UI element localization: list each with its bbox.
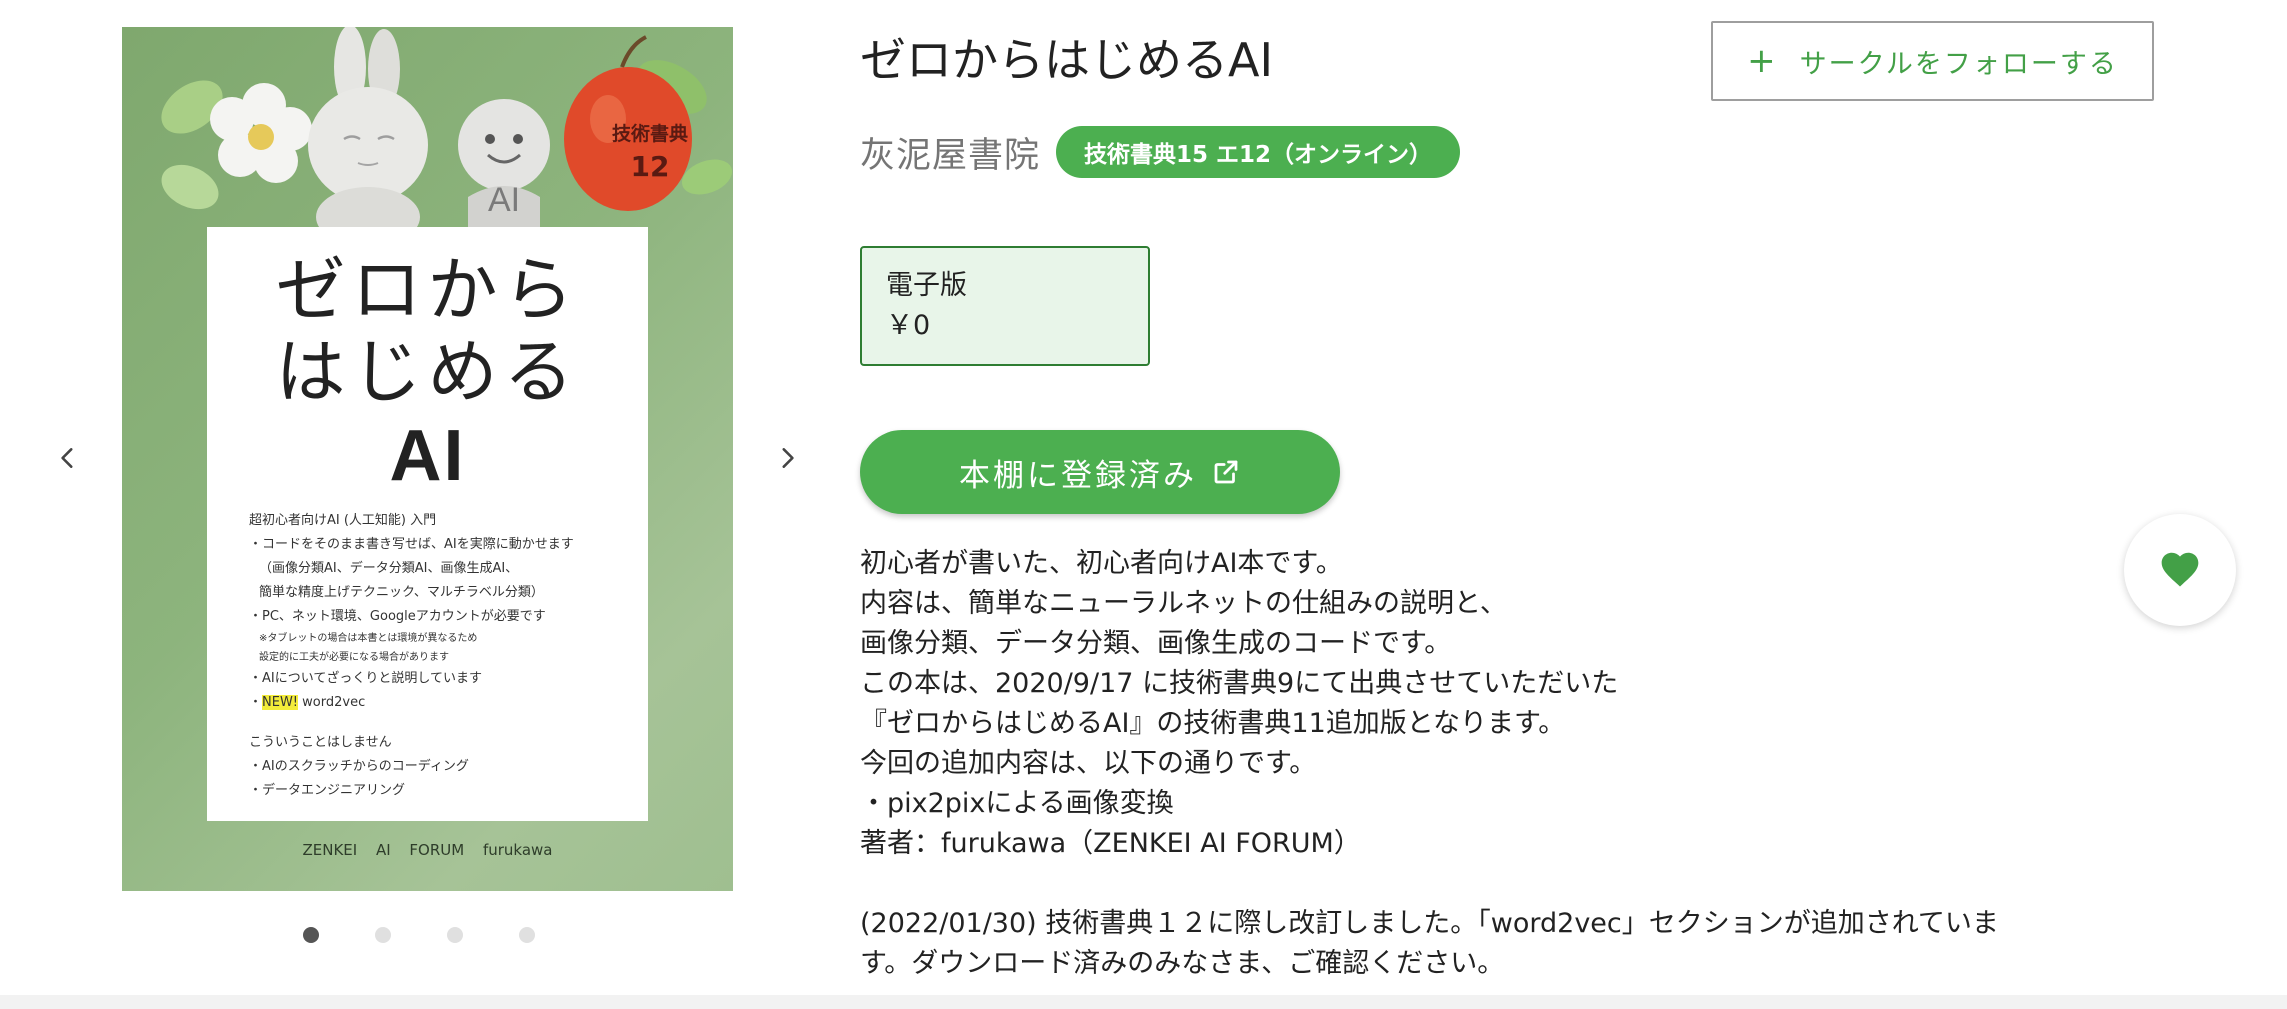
cover-event-badge: 技術書典 12 bbox=[611, 123, 688, 183]
event-badge[interactable]: 技術書典15 エ12（オンライン） bbox=[1056, 126, 1461, 178]
cover-bullet: ・AIについてざっくりと説明しています bbox=[249, 671, 482, 686]
cover-bullet-new: ・NEW! word2vec bbox=[249, 695, 366, 710]
cover-bullet-list: 超初心者向けAI (人工知能) 入門 ・コードをそのまま書き写せば、AIを実際に… bbox=[249, 509, 628, 803]
carousel-next-button[interactable] bbox=[765, 436, 809, 480]
circle-name-link[interactable]: 灰泥屋書院 bbox=[860, 127, 1040, 178]
description-line: 『ゼロからはじめるAI』の技術書典11追加版となります。 bbox=[860, 708, 1566, 739]
description-line: 今回の追加内容は、以下の通りです。 bbox=[860, 748, 1317, 779]
plus-icon: + bbox=[1747, 41, 1778, 81]
carousel-pagination bbox=[303, 927, 535, 943]
circle-info-row: 灰泥屋書院 技術書典15 エ12（オンライン） bbox=[860, 126, 1461, 178]
description-line: す。ダウンロード済みのみなさま、ご確認ください。 bbox=[860, 948, 1505, 979]
description-line: (2022/01/30) 技術書典１２に際し改訂しました。「word2vec」セ… bbox=[860, 908, 1999, 939]
cover-bullet: 設定的に工夫が必要になる場合があります bbox=[259, 652, 449, 663]
cover-not-covered-heading: こういうことはしません bbox=[249, 735, 392, 750]
cover-mascot-label: AI bbox=[487, 181, 521, 219]
book-detail-page: 技術書典 12 AI ゼロから はじめる AI 超初心者向けAI (人工知能) … bbox=[0, 0, 2287, 1009]
cover-title: ゼロから はじめる AI bbox=[275, 249, 580, 496]
favorite-button[interactable] bbox=[2124, 514, 2236, 626]
edition-price: ￥0 bbox=[886, 310, 931, 341]
description-line: この本は、2020/9/17 に技術書典9にて出典させていただいた bbox=[860, 668, 1619, 699]
book-cover-image[interactable]: 技術書典 12 AI ゼロから はじめる AI 超初心者向けAI (人工知能) … bbox=[122, 27, 733, 891]
carousel-dot-1[interactable] bbox=[303, 927, 319, 943]
carousel-dot-4[interactable] bbox=[519, 927, 535, 943]
description-line: 初心者が書いた、初心者向けAI本です。 bbox=[860, 548, 1343, 579]
carousel-dot-3[interactable] bbox=[447, 927, 463, 943]
external-link-icon bbox=[1214, 460, 1238, 484]
carousel-prev-button[interactable] bbox=[46, 436, 90, 480]
new-badge: NEW! bbox=[262, 695, 299, 710]
cover-footer: ZENKEI AI FORUM furukawa bbox=[302, 841, 553, 859]
bookshelf-registered-button[interactable]: 本棚に登録済み bbox=[860, 430, 1340, 514]
chevron-left-icon bbox=[61, 448, 73, 468]
cover-bullet: （画像分類AI、データ分類AI、画像生成AI、 bbox=[259, 561, 519, 576]
book-description: 初心者が書いた、初心者向けAI本です。 内容は、簡単なニューラルネットの仕組みの… bbox=[860, 544, 2080, 984]
description-line: 内容は、簡単なニューラルネットの仕組みの説明と、 bbox=[860, 588, 1507, 619]
description-line: 画像分類、データ分類、画像生成のコードです。 bbox=[860, 628, 1452, 659]
book-title: ゼロからはじめるAI bbox=[860, 33, 1274, 87]
cover-text-panel: ゼロから はじめる AI 超初心者向けAI (人工知能) 入門 ・コードをそのま… bbox=[207, 227, 648, 821]
edition-option-ebook[interactable]: 電子版 ￥0 bbox=[860, 246, 1150, 366]
cover-not-covered-item: ・AIのスクラッチからのコーディング bbox=[249, 759, 469, 774]
follow-circle-button[interactable]: + サークルをフォローする bbox=[1711, 21, 2154, 101]
chevron-right-icon bbox=[782, 448, 794, 468]
cover-bullet: 超初心者向けAI (人工知能) 入門 bbox=[249, 513, 437, 528]
cover-not-covered-item: ・データエンジニアリング bbox=[249, 783, 406, 798]
page-bottom-band bbox=[0, 995, 2287, 1009]
cover-bullet: ・コードをそのまま書き写せば、AIを実際に動かせます bbox=[249, 537, 574, 552]
description-line: 著者：furukawa（ZENKEI AI FORUM） bbox=[860, 828, 1361, 859]
carousel-dot-2[interactable] bbox=[375, 927, 391, 943]
cover-bullet: ・PC、ネット環境、Googleアカウントが必要です bbox=[249, 609, 546, 624]
cover-bullet: ※タブレットの場合は本書とは環境が異なるため bbox=[259, 633, 478, 644]
edition-label: 電子版 bbox=[886, 270, 967, 301]
follow-circle-label: サークルをフォローする bbox=[1799, 48, 2118, 80]
cover-bullet: 簡単な精度上げテクニック、マルチラベル分類） bbox=[259, 585, 544, 600]
description-line: ・pix2pixによる画像変換 bbox=[860, 788, 1174, 819]
heart-icon bbox=[2161, 552, 2199, 587]
bookshelf-button-label: 本棚に登録済み bbox=[959, 457, 1197, 494]
